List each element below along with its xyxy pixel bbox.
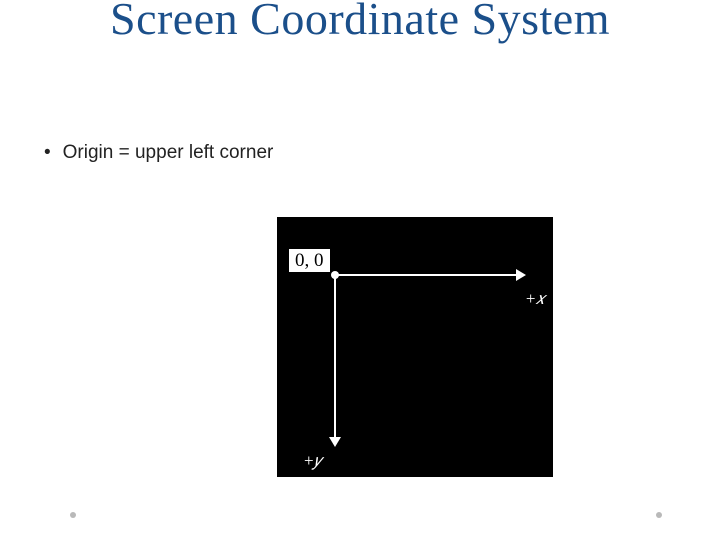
y-axis-arrow-icon: [329, 437, 341, 447]
slide-title: Screen Coordinate System: [0, 0, 720, 45]
origin-label: 0, 0: [289, 249, 330, 272]
bullet-marker: •: [44, 142, 51, 164]
x-axis-line: [334, 274, 518, 276]
coordinate-diagram: 0, 0 ++x𝑥 ++y𝑦: [277, 217, 553, 477]
y-axis-line: [334, 274, 336, 439]
bullet-text: Origin = upper left corner: [63, 142, 274, 163]
decorative-dot-icon: [656, 512, 662, 518]
decorative-dot-icon: [70, 512, 76, 518]
y-axis-label: ++y𝑦: [304, 451, 322, 471]
x-axis-arrow-icon: [516, 269, 526, 281]
bullet-item: • Origin = upper left corner: [44, 142, 273, 164]
origin-point-icon: [331, 271, 339, 279]
x-axis-label: ++x𝑥: [526, 289, 545, 309]
slide: Screen Coordinate System • Origin = upper…: [0, 0, 720, 540]
